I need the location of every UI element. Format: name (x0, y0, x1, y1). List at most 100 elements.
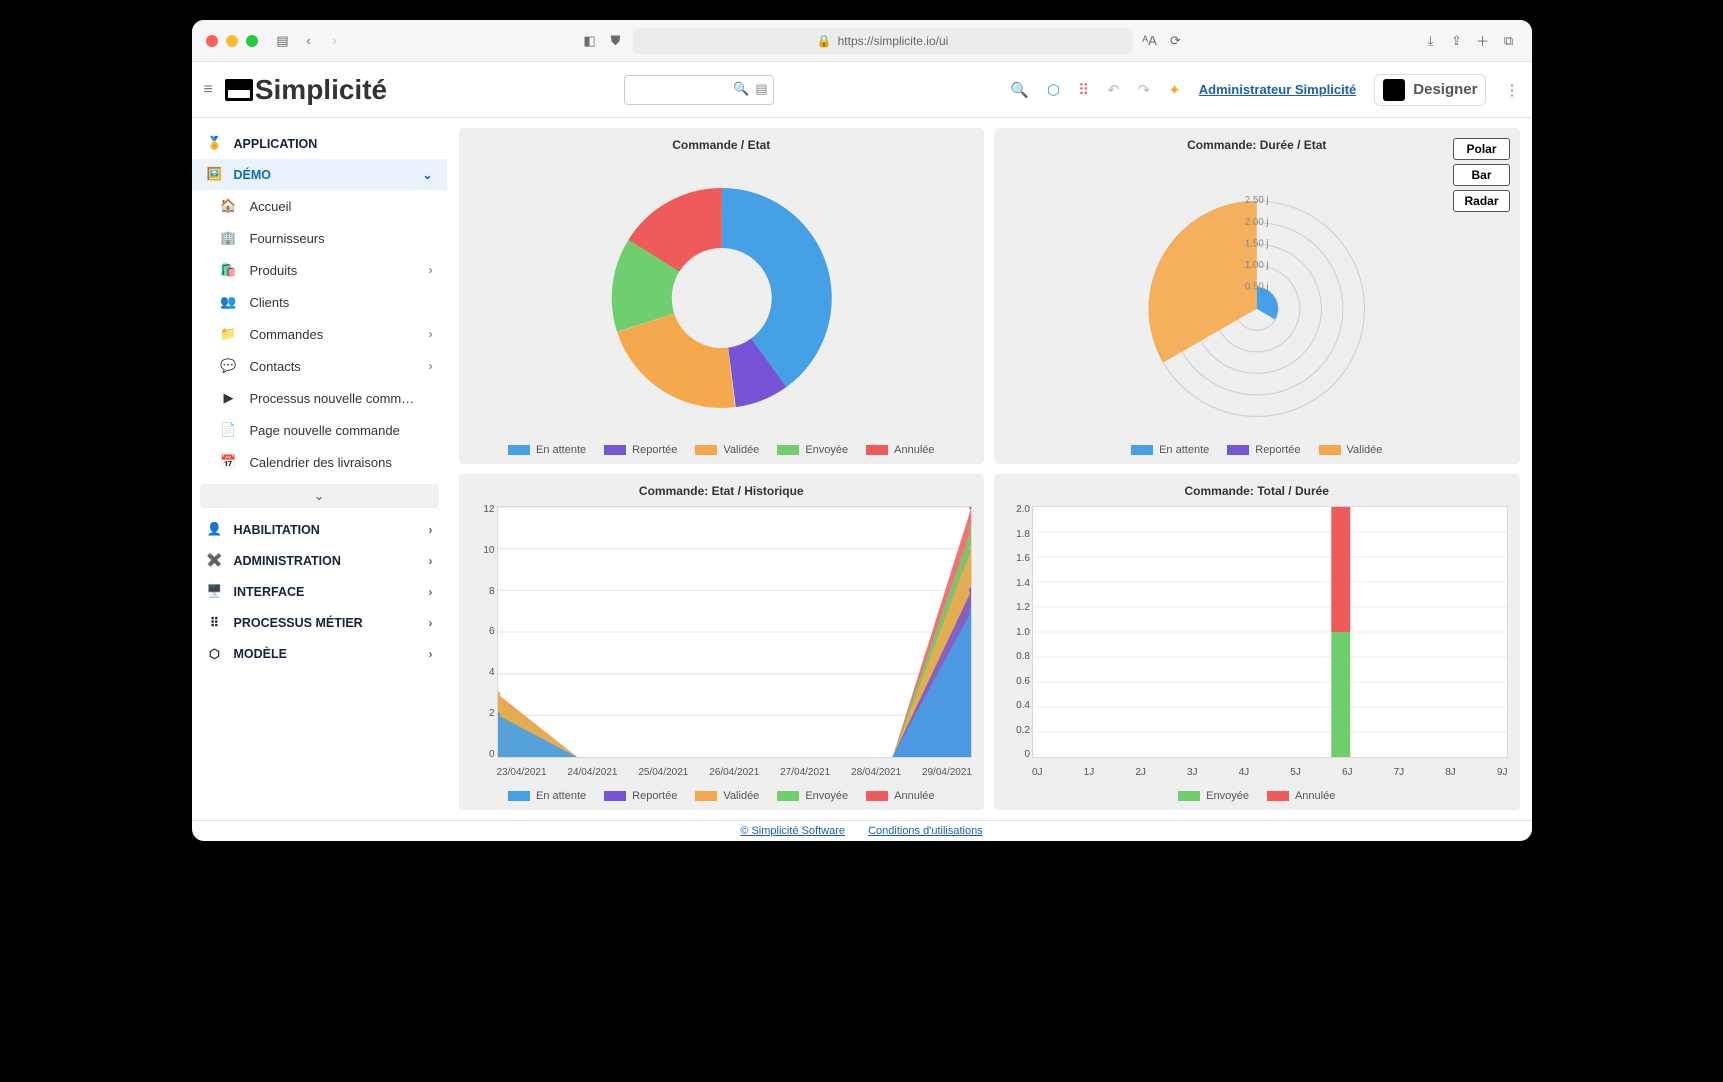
swatch (1227, 445, 1249, 455)
tick: 6J (1342, 767, 1353, 778)
sidebar-collapse[interactable]: ⌄ (200, 484, 439, 508)
card-title: Commande: Total / Durée (1002, 484, 1512, 498)
admin-link[interactable]: Administrateur Simplicité (1199, 82, 1356, 97)
item-label: Calendrier des livraisons (250, 455, 392, 470)
sidebar-section[interactable]: 🖥️ INTERFACE › (192, 576, 447, 607)
sidebar-item[interactable]: 📅 Calendrier des livraisons (192, 446, 447, 478)
sidebar-section[interactable]: ✖️ ADMINISTRATION › (192, 545, 447, 576)
section-label: MODÈLE (234, 647, 287, 661)
nav-back-icon[interactable]: ‹ (300, 33, 318, 48)
chevron-right-icon: › (429, 327, 433, 341)
chevron-down-icon: ⌄ (314, 488, 325, 504)
section-label: APPLICATION (234, 137, 318, 151)
card-title: Commande: Durée / Etat (1002, 138, 1512, 152)
undo-icon[interactable]: ↶ (1107, 81, 1120, 99)
item-label: Processus nouvelle comm… (250, 391, 415, 406)
sidebar-section[interactable]: ⠿ PROCESSUS MÉTIER › (192, 607, 447, 638)
footer-terms[interactable]: Conditions d'utilisations (868, 825, 983, 837)
sidebar-section-demo[interactable]: 🖼️ DÉMO ⌄ (192, 159, 447, 190)
search-icon[interactable]: 🔍 (733, 81, 749, 97)
share-icon[interactable]: ⇪ (1448, 33, 1466, 49)
shield-icon[interactable]: ⛊ (607, 33, 625, 49)
tick: 4 (467, 667, 495, 678)
legend-item: Reportée (604, 444, 677, 456)
sidebar-item[interactable]: 🛍️ Produits › (192, 254, 447, 286)
new-tab-icon[interactable]: ＋ (1474, 31, 1492, 50)
polar-chart: 2.50 j 2.00 j 1.50 j 1.00 j 0.50 j (1002, 158, 1512, 438)
sidebar-section[interactable]: ⬡ MODÈLE › (192, 638, 447, 669)
sidebar-item[interactable]: 👥 Clients (192, 286, 447, 318)
tick: 29/04/2021 (922, 767, 972, 778)
tick: 9J (1497, 767, 1508, 778)
redo-icon[interactable]: ↷ (1138, 81, 1151, 99)
legend-item: Validée (695, 790, 759, 802)
download-icon[interactable]: ⤓ (1422, 33, 1440, 49)
brand-text: Simplicité (255, 74, 387, 106)
legend-item: Envoyée (1178, 790, 1249, 802)
filter-icon[interactable]: 🔍 (1010, 81, 1029, 99)
window-controls[interactable] (206, 35, 258, 47)
chevron-right-icon: › (429, 647, 433, 661)
menu-toggle-icon[interactable]: ≡ (204, 81, 213, 99)
sidebar: 🏅 APPLICATION 🖼️ DÉMO ⌄ 🏠 Accueil 🏢 Four… (192, 118, 447, 820)
search-scope-icon[interactable]: ▤ (755, 81, 767, 97)
reload-icon[interactable]: ⟳ (1167, 33, 1185, 49)
tick: 0 (467, 749, 495, 760)
sidebar-item[interactable]: 🏠 Accueil (192, 190, 447, 222)
legend-label: Reportée (1255, 444, 1300, 456)
sidebar-item[interactable]: ▶ Processus nouvelle comm… (192, 382, 447, 414)
tick: 27/04/2021 (780, 767, 830, 778)
sidebar-toggle-icon[interactable]: ▤ (274, 33, 292, 49)
legend-label: Envoyée (805, 444, 848, 456)
more-icon[interactable]: ⋮ (1504, 81, 1519, 99)
tabs-icon[interactable]: ⧉ (1500, 33, 1518, 49)
sidebar-item[interactable]: 📄 Page nouvelle commande (192, 414, 447, 446)
footer-company[interactable]: © Simplicité Software (740, 825, 845, 837)
legend-item: Validée (695, 444, 759, 456)
sidebar-item[interactable]: 💬 Contacts › (192, 350, 447, 382)
brand-logo[interactable]: Simplicité (225, 74, 387, 106)
avatar (1383, 79, 1405, 101)
sidebar-section-application[interactable]: 🏅 APPLICATION (192, 128, 447, 159)
star-icon[interactable]: ✦ (1168, 81, 1181, 99)
role-label: Designer (1413, 81, 1477, 98)
legend-label: Reportée (632, 790, 677, 802)
extension-icon[interactable]: ◧ (581, 33, 599, 49)
legend-item: Reportée (1227, 444, 1300, 456)
swatch (604, 445, 626, 455)
y-axis: 2.01.81.61.41.21.00.80.60.40.20 (1002, 504, 1030, 760)
hierarchy-icon[interactable]: ⬡ (1047, 81, 1060, 99)
section-icon: 🖥️ (206, 584, 224, 599)
address-bar[interactable]: 🔒 https://simplicite.io/ui (633, 28, 1133, 54)
sidebar-section[interactable]: 👤 HABILITATION › (192, 514, 447, 545)
tick: 2 (467, 708, 495, 719)
legend-item: Envoyée (777, 790, 848, 802)
tick: 1.6 (1002, 553, 1030, 564)
legend-label: Reportée (632, 444, 677, 456)
reader-icon[interactable]: ᴬA (1141, 33, 1159, 48)
section-icon: 👤 (206, 522, 224, 537)
legend-item: Annulée (866, 444, 934, 456)
tick: 0.8 (1002, 651, 1030, 662)
x-axis: 0J1J2J3J4J5J6J7J8J9J (1032, 767, 1508, 778)
sidebar-item[interactable]: 📁 Commandes › (192, 318, 447, 350)
svg-text:0.50 j: 0.50 j (1245, 281, 1269, 292)
user-chip[interactable]: Designer (1374, 74, 1486, 106)
polar-button[interactable]: Polar (1453, 138, 1509, 160)
dashboard: Commande / Etat En attenteReportéeVa (447, 118, 1532, 820)
sidebar-item[interactable]: 🏢 Fournisseurs (192, 222, 447, 254)
card-commande-total: Commande: Total / Durée 2.01.81.61.41.21… (994, 474, 1520, 810)
tick: 8J (1445, 767, 1456, 778)
swatch (777, 791, 799, 801)
search-box[interactable]: 🔍 ▤ (624, 75, 774, 105)
logo-mark (225, 79, 253, 101)
browser-chrome: ▤ ‹ › ◧ ⛊ 🔒 https://simplicite.io/ui ᴬA … (192, 20, 1532, 62)
tick: 0 (1002, 749, 1030, 760)
tick: 0J (1032, 767, 1043, 778)
item-label: Commandes (250, 327, 324, 342)
swatch (604, 791, 626, 801)
section-label: INTERFACE (234, 585, 305, 599)
menu-icon: 📁 (220, 326, 238, 342)
swatch (695, 445, 717, 455)
workflow-icon[interactable]: ⠿ (1078, 81, 1089, 99)
